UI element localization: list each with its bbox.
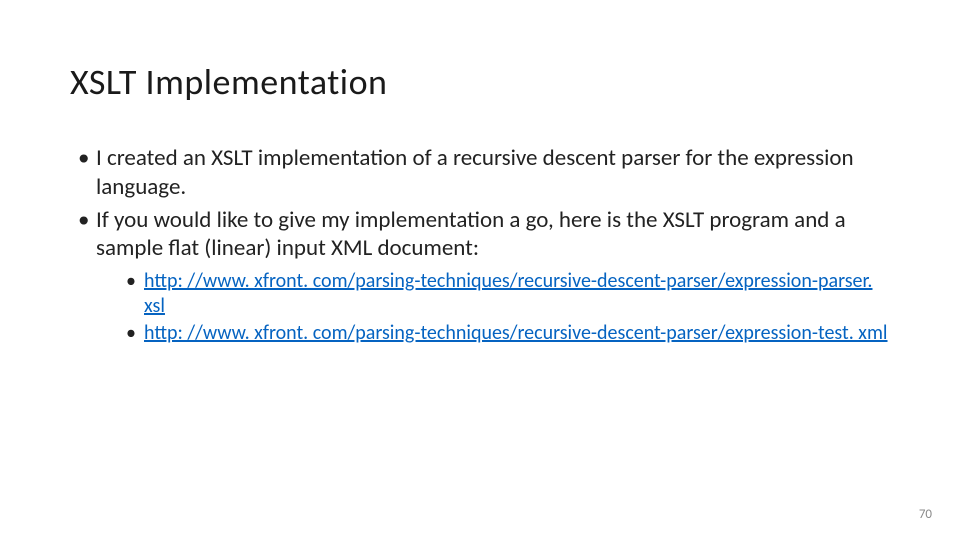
bullet-item: If you would like to give my implementat… [78, 206, 890, 347]
bullet-list-level1: I created an XSLT implementation of a re… [78, 144, 890, 346]
bullet-list-level2: http: //www. xfront. com/parsing-techniq… [126, 269, 890, 346]
bullet-text: I created an XSLT implementation of a re… [96, 144, 854, 201]
bullet-item: http: //www. xfront. com/parsing-techniq… [126, 321, 890, 346]
link-xsl[interactable]: http: //www. xfront. com/parsing-techniq… [144, 269, 872, 318]
page-number: 70 [919, 507, 932, 522]
link-xml[interactable]: http: //www. xfront. com/parsing-techniq… [144, 321, 888, 345]
bullet-item: http: //www. xfront. com/parsing-techniq… [126, 269, 890, 319]
bullet-text: If you would like to give my implementat… [96, 206, 846, 263]
slide: XSLT Implementation I created an XSLT im… [0, 0, 960, 540]
slide-title: XSLT Implementation [70, 60, 890, 104]
bullet-item: I created an XSLT implementation of a re… [78, 144, 890, 202]
